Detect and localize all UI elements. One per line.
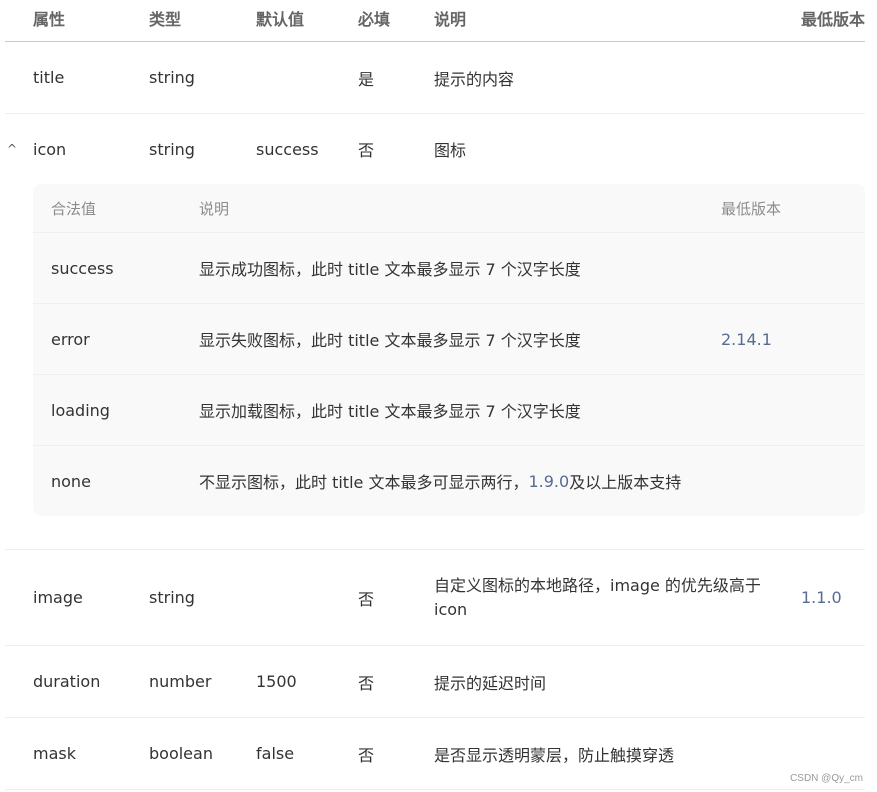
prop-desc: 提示的内容 bbox=[434, 69, 515, 89]
header-required: 必填 bbox=[358, 10, 391, 29]
header-default: 默认值 bbox=[256, 10, 305, 29]
prop-default: success bbox=[256, 139, 319, 159]
prop-default: false bbox=[256, 744, 295, 763]
sub-table-row: success 显示成功图标，此时 title 文本最多显示 7 个汉字长度 bbox=[33, 233, 865, 304]
prop-name: image bbox=[33, 588, 83, 607]
prop-type: number bbox=[149, 672, 212, 691]
value-name: error bbox=[51, 329, 90, 349]
page: 属性 类型 默认值 必填 说明 最低版本 title string 是 提示的内… bbox=[0, 0, 877, 792]
table-row-expandable[interactable]: ^ icon string success 否 图标 bbox=[5, 114, 865, 184]
sub-table-row: none 不显示图标，此时 title 文本最多可显示两行， 1.9.0 及以上版本… bbox=[33, 446, 865, 516]
prop-required: 否 bbox=[358, 745, 375, 765]
value-desc: 显示失败图标，此时 title 文本最多显示 7 个汉字长度 bbox=[199, 331, 581, 350]
value-desc: 不显示图标，此时 title 文本最多可显示两行， 1.9.0 及以上版本支持 bbox=[199, 446, 681, 516]
prop-default: 1500 bbox=[256, 672, 297, 691]
version-link[interactable]: 1.9.0 bbox=[528, 472, 569, 491]
prop-required: 否 bbox=[358, 673, 375, 693]
header-desc: 说明 bbox=[434, 10, 467, 29]
watermark: CSDN @Qy_cm bbox=[790, 773, 863, 784]
sub-header-desc: 说明 bbox=[199, 199, 230, 218]
value-desc: 显示成功图标，此时 title 文本最多显示 7 个汉字长度 bbox=[199, 260, 581, 279]
prop-desc: 自定义图标的本地路径，image 的优先级高于 icon bbox=[434, 575, 761, 619]
prop-required: 否 bbox=[358, 589, 375, 609]
sub-table-header: 合法值 说明 最低版本 bbox=[33, 184, 865, 233]
prop-desc-cell: 自定义图标的本地路径，image 的优先级高于 icon bbox=[434, 550, 774, 645]
table-row: duration number 1500 否 提示的延迟时间 bbox=[5, 646, 865, 718]
value-desc-suffix: 及以上版本支持 bbox=[569, 473, 682, 492]
table-row: mask boolean false 否 是否显示透明蒙层，防止触摸穿透 bbox=[5, 718, 865, 790]
value-name: loading bbox=[51, 400, 110, 420]
sub-header-value: 合法值 bbox=[51, 199, 97, 218]
icon-values-table: 合法值 说明 最低版本 success 显示成功图标，此时 title 文本最多… bbox=[33, 184, 865, 516]
prop-desc: 提示的延迟时间 bbox=[434, 673, 547, 693]
properties-table: 属性 类型 默认值 必填 说明 最低版本 title string 是 提示的内… bbox=[5, 0, 865, 790]
prop-name: title bbox=[33, 68, 65, 87]
sub-table-row: loading 显示加载图标，此时 title 文本最多显示 7 个汉字长度 bbox=[33, 375, 865, 446]
table-row: image string 否 自定义图标的本地路径，image 的优先级高于 i… bbox=[5, 550, 865, 646]
prop-desc: 是否显示透明蒙层，防止触摸穿透 bbox=[434, 745, 675, 765]
value-desc-text: 不显示图标，此时 title 文本最多可显示两行， bbox=[199, 473, 529, 492]
prop-type: string bbox=[149, 68, 195, 87]
value-name: none bbox=[51, 471, 91, 491]
header-type: 类型 bbox=[149, 10, 182, 29]
table-header: 属性 类型 默认值 必填 说明 最低版本 bbox=[5, 0, 865, 42]
prop-type: string bbox=[149, 139, 195, 159]
value-desc: 显示加载图标，此时 title 文本最多显示 7 个汉字长度 bbox=[199, 402, 581, 421]
prop-version-link[interactable]: 1.1.0 bbox=[801, 550, 842, 645]
prop-required: 是 bbox=[358, 69, 375, 89]
collapse-chevron-icon[interactable]: ^ bbox=[7, 114, 17, 184]
prop-desc: 图标 bbox=[434, 141, 467, 160]
icon-values-panel: 合法值 说明 最低版本 success 显示成功图标，此时 title 文本最多… bbox=[5, 184, 865, 550]
prop-type: boolean bbox=[149, 744, 213, 763]
prop-name: duration bbox=[33, 672, 101, 691]
prop-required: 否 bbox=[358, 141, 375, 160]
sub-header-version: 最低版本 bbox=[721, 199, 782, 218]
value-version-link[interactable]: 2.14.1 bbox=[721, 304, 772, 374]
prop-name: icon bbox=[33, 139, 67, 159]
value-name: success bbox=[51, 258, 114, 278]
prop-name: mask bbox=[33, 744, 76, 763]
prop-type: string bbox=[149, 588, 195, 607]
sub-table-row: error 显示失败图标，此时 title 文本最多显示 7 个汉字长度 2.1… bbox=[33, 304, 865, 375]
header-name: 属性 bbox=[33, 10, 66, 29]
table-row: title string 是 提示的内容 bbox=[5, 42, 865, 114]
header-version: 最低版本 bbox=[801, 10, 866, 29]
